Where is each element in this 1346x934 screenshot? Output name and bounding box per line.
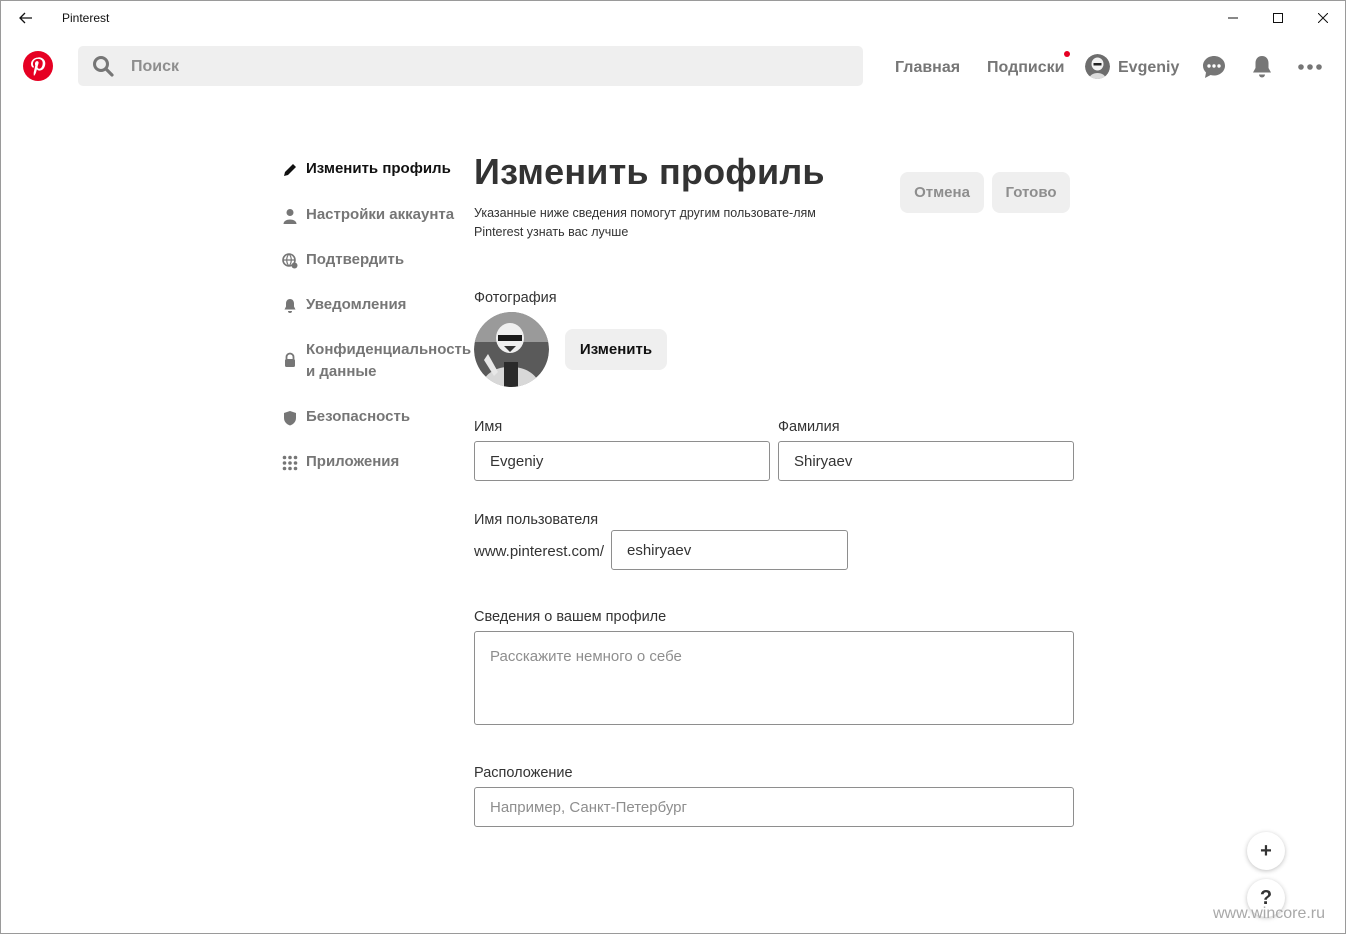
location-label: Расположение	[474, 765, 573, 781]
maximize-icon	[1273, 12, 1283, 23]
title-bar: Pinterest	[1, 1, 1345, 35]
page-description: Указанные ниже сведения помогут другим п…	[474, 206, 816, 239]
location-field[interactable]: Например, Санкт-Петербург	[474, 787, 1074, 827]
minimize-icon	[1228, 17, 1238, 18]
lock-icon	[285, 352, 295, 367]
nav-home-link[interactable]: Главная	[895, 59, 960, 77]
watermark: www.wincore.ru	[1213, 905, 1326, 922]
sidebar-item-security[interactable]: Безопасность	[282, 408, 411, 428]
sidebar-item-verify[interactable]: Подтвердить	[282, 251, 405, 271]
notifications-button[interactable]	[1249, 54, 1275, 80]
sidebar-item-label-line2: и данные	[306, 363, 377, 380]
search-icon	[93, 56, 114, 77]
minimize-button[interactable]	[1210, 1, 1256, 34]
more-button[interactable]	[1297, 54, 1323, 80]
pinterest-logo-icon[interactable]	[23, 51, 53, 81]
username-label: Имя пользователя	[474, 512, 599, 528]
page-title: Изменить профиль	[474, 151, 825, 192]
pencil-icon	[284, 164, 296, 176]
sidebar-item-label: Настройки аккаунта	[306, 206, 455, 223]
apps-grid-icon	[282, 455, 298, 471]
messages-button[interactable]	[1201, 54, 1227, 80]
profile-photo	[474, 312, 549, 387]
done-button[interactable]: Готово	[992, 172, 1070, 213]
maximize-button[interactable]	[1255, 1, 1301, 34]
last-name-field[interactable]: Shiryaev	[778, 441, 1074, 481]
globe-icon	[282, 253, 298, 269]
sidebar-item-notifications[interactable]: Уведомления	[282, 296, 407, 316]
sidebar-item-edit-profile[interactable]: Изменить профиль	[282, 160, 451, 180]
cancel-button[interactable]: Отмена	[900, 172, 984, 213]
ellipsis-icon	[1298, 64, 1322, 70]
sidebar-item-privacy[interactable]: Конфиденциальность и данные	[282, 339, 471, 383]
app-window: Pinterest Поиск Главная Подписки Evgeniy…	[0, 0, 1346, 934]
nav-subscriptions-link[interactable]: Подписки	[987, 59, 1064, 77]
username-field[interactable]: eshiryaev	[611, 530, 848, 570]
sidebar-item-account-settings[interactable]: Настройки аккаунта	[282, 206, 455, 226]
sidebar-item-label-line1: Конфиденциальность	[306, 341, 472, 358]
close-icon	[1318, 12, 1328, 23]
chat-bubble-icon	[1203, 56, 1225, 78]
window-title: Pinterest	[62, 11, 110, 25]
person-icon	[283, 209, 297, 224]
sidebar-item-label: Подтвердить	[306, 251, 405, 268]
search-bar[interactable]: Поиск	[78, 46, 863, 86]
last-name-label: Фамилия	[778, 419, 840, 435]
bell-icon	[284, 299, 296, 313]
notification-dot	[1064, 51, 1070, 57]
sidebar-item-label: Безопасность	[306, 408, 411, 425]
first-name-label: Имя	[474, 419, 503, 435]
change-photo-button[interactable]: Изменить	[565, 329, 667, 370]
sidebar-item-apps[interactable]: Приложения	[282, 453, 400, 473]
sidebar-item-label: Конфиденциальность и данные	[306, 339, 471, 383]
photo-label: Фотография	[474, 290, 557, 306]
user-avatar[interactable]	[1085, 54, 1110, 79]
about-textarea[interactable]: Расскажите немного о себе	[474, 631, 1074, 725]
sidebar-item-label: Уведомления	[306, 296, 407, 313]
sidebar-item-label: Изменить профиль	[306, 160, 451, 177]
arrow-left-icon	[19, 12, 32, 24]
create-button[interactable]: +	[1247, 832, 1285, 870]
bell-icon	[1253, 56, 1271, 78]
shield-icon	[284, 411, 296, 426]
back-button[interactable]	[11, 6, 41, 30]
first-name-field[interactable]: Evgeniy	[474, 441, 770, 481]
nav-user-link[interactable]: Evgeniy	[1118, 59, 1179, 77]
close-button[interactable]	[1300, 1, 1346, 34]
search-input[interactable]: Поиск	[131, 58, 179, 76]
about-label: Сведения о вашем профиле	[474, 609, 667, 625]
username-prefix: www.pinterest.com/	[474, 543, 605, 560]
sidebar-item-label: Приложения	[306, 453, 400, 470]
top-header: Поиск Главная Подписки Evgeniy	[1, 35, 1345, 99]
